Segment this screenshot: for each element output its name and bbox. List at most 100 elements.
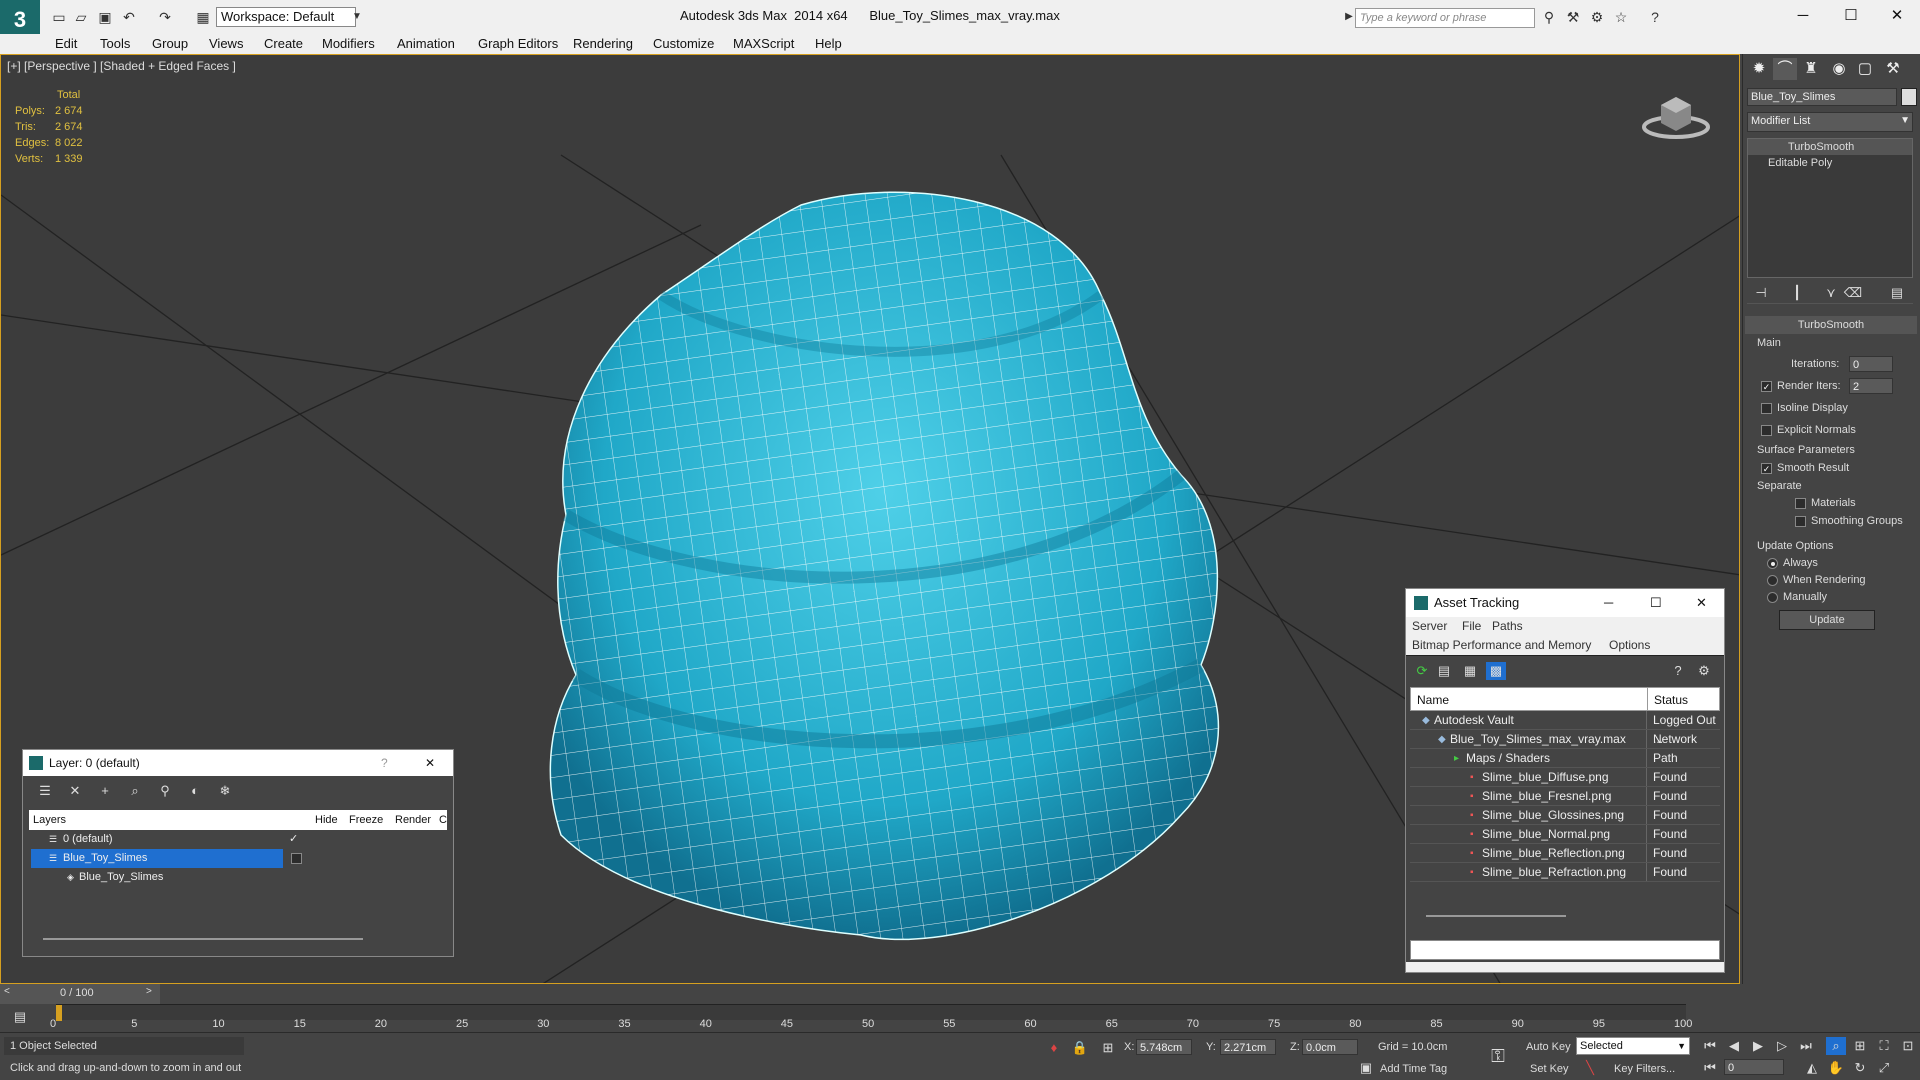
iterations-spinner[interactable]: 0 [1849, 356, 1893, 372]
active-layer-checkbox[interactable] [291, 853, 302, 864]
render-iters-checkbox[interactable]: ✓ [1761, 381, 1772, 392]
play-icon[interactable]: ▶ [1748, 1037, 1768, 1055]
zoom-extents-icon[interactable]: ⛶ [1874, 1037, 1894, 1055]
key-filters-button[interactable]: Key Filters... [1614, 1063, 1675, 1075]
orbit-icon[interactable]: ↻ [1850, 1059, 1870, 1077]
new-file-icon[interactable]: ▭ [50, 8, 68, 26]
horizontal-scrollbar[interactable] [43, 938, 363, 940]
asset-row[interactable]: ▪ Slime_blue_Refraction.png Found [1410, 863, 1720, 882]
layer-row[interactable]: ☰ 0 (default) ✓ [29, 830, 447, 849]
menu-help[interactable]: Help [815, 34, 842, 54]
add-time-tag-button[interactable]: Add Time Tag [1380, 1063, 1447, 1075]
maximize-button[interactable]: ☐ [1650, 589, 1662, 617]
time-slider[interactable]: < 0 / 100 > [0, 984, 160, 1004]
asset-row[interactable]: ▪ Slime_blue_Fresnel.png Found [1410, 787, 1720, 806]
utilities-tab-icon[interactable]: ⚒ [1881, 58, 1905, 80]
menu-views[interactable]: Views [209, 34, 243, 54]
prev-frame-icon[interactable]: ◀ [1724, 1037, 1744, 1055]
smooth-result-checkbox[interactable]: ✓ [1761, 463, 1772, 474]
stack-item-editable-poly[interactable]: Editable Poly [1748, 155, 1912, 171]
materials-checkbox[interactable] [1795, 498, 1806, 509]
help-icon[interactable]: ? [1646, 8, 1664, 26]
lock-selection-icon[interactable]: 🔒 [1070, 1039, 1090, 1057]
highlight-layer-icon[interactable]: ⚲ [155, 782, 175, 800]
col-layers-header[interactable]: Layers [33, 810, 66, 830]
menu-options[interactable]: Options [1609, 635, 1650, 655]
workspace-select[interactable]: Workspace: Default [216, 7, 356, 27]
manually-radio[interactable] [1767, 592, 1778, 603]
isoline-display-checkbox[interactable] [1761, 403, 1772, 414]
menu-tools[interactable]: Tools [100, 34, 130, 54]
close-button[interactable]: ✕ [1696, 589, 1707, 617]
menu-maxscript[interactable]: MAXScript [733, 34, 794, 54]
modifier-list-dropdown[interactable]: Modifier List ▼ [1747, 112, 1913, 132]
isolate-icon[interactable]: ♦ [1044, 1039, 1064, 1057]
menu-customize[interactable]: Customize [653, 34, 714, 54]
configure-sets-icon[interactable]: ▤ [1887, 284, 1907, 302]
make-unique-icon[interactable]: ⋎ [1821, 284, 1841, 302]
redo-icon[interactable]: ↷ [156, 8, 174, 26]
menu-animation[interactable]: Animation [397, 34, 455, 54]
subscription-icon[interactable]: ⚒ [1564, 8, 1582, 26]
update-button[interactable]: Update [1779, 610, 1875, 630]
menu-bitmap-performance[interactable]: Bitmap Performance and Memory [1412, 635, 1591, 655]
col-name-header[interactable]: Name [1417, 688, 1449, 712]
help-icon[interactable]: ? [381, 750, 388, 776]
pin-stack-icon[interactable]: ⊣ [1751, 284, 1771, 302]
col-c-header[interactable]: C [439, 810, 447, 830]
delete-layer-icon[interactable]: ✕ [65, 782, 85, 800]
auto-key-button[interactable]: Auto Key [1526, 1041, 1571, 1053]
set-key-button[interactable]: Set Key [1530, 1063, 1569, 1075]
asset-tracking-titlebar[interactable]: Asset Tracking ─ ☐ ✕ [1406, 589, 1724, 617]
project-folder-icon[interactable]: ▦ [194, 8, 212, 26]
next-frame-icon[interactable]: ▷ [1772, 1037, 1792, 1055]
save-file-icon[interactable]: ▣ [96, 8, 114, 26]
menu-modifiers[interactable]: Modifiers [322, 34, 375, 54]
table-view-icon[interactable]: ▩ [1486, 662, 1506, 680]
always-radio[interactable] [1767, 558, 1778, 569]
layer-row[interactable]: ☰ Blue_Toy_Slimes [29, 849, 447, 868]
menu-rendering[interactable]: Rendering [573, 34, 633, 54]
create-layer-icon[interactable]: ☰ [35, 782, 55, 800]
asset-row[interactable]: ◆ Blue_Toy_Slimes_max_vray.max Network Pat… [1410, 730, 1720, 765]
refresh-icon[interactable]: ⟳ [1412, 662, 1432, 680]
time-tag-icon[interactable]: ▣ [1356, 1059, 1376, 1077]
create-tab-icon[interactable]: ✹ [1747, 58, 1771, 80]
menu-create[interactable]: Create [264, 34, 303, 54]
pan-icon[interactable]: ✋ [1826, 1059, 1846, 1077]
time-marker[interactable] [56, 1005, 62, 1021]
asset-path-input[interactable] [1410, 940, 1720, 960]
set-key-icon[interactable]: ⚿ [1488, 1047, 1508, 1065]
y-coordinate-field[interactable]: 2.271cm [1220, 1039, 1276, 1055]
settings-icon[interactable]: ⚙ [1694, 662, 1714, 680]
binoculars-icon[interactable]: ⚲ [1540, 8, 1558, 26]
menu-server[interactable]: Server [1412, 617, 1447, 635]
when-rendering-radio[interactable] [1767, 575, 1778, 586]
add-to-layer-icon[interactable]: + [95, 782, 115, 800]
col-render-header[interactable]: Render [395, 810, 431, 830]
minimize-button[interactable]: ─ [1604, 589, 1613, 617]
z-coordinate-field[interactable]: 0.0cm [1302, 1039, 1358, 1055]
col-freeze-header[interactable]: Freeze [349, 810, 383, 830]
asset-row[interactable]: ▸ Maps / Shaders [1410, 749, 1720, 768]
menu-group[interactable]: Group [152, 34, 188, 54]
key-mode-toggle-icon[interactable]: ⏮ [1700, 1059, 1720, 1077]
col-hide-header[interactable]: Hide [315, 810, 338, 830]
slider-next-icon[interactable]: > [146, 986, 152, 997]
slider-prev-icon[interactable]: < [4, 986, 10, 997]
undo-icon[interactable]: ↶ [120, 8, 138, 26]
select-in-layer-icon[interactable]: ⌕ [125, 782, 145, 800]
horizontal-scrollbar[interactable] [1426, 915, 1566, 917]
hide-all-layers-icon[interactable]: ◐ [185, 782, 205, 800]
menu-paths[interactable]: Paths [1492, 617, 1523, 635]
object-name-field[interactable]: Blue_Toy_Slimes [1747, 88, 1897, 106]
zoom-extents-all-icon[interactable]: ⊡ [1898, 1037, 1918, 1055]
open-file-icon[interactable]: ▱ [72, 8, 90, 26]
grid-view-icon[interactable]: ▦ [1460, 662, 1480, 680]
object-color-swatch[interactable] [1901, 88, 1917, 106]
current-frame-field[interactable]: 0 [1724, 1059, 1784, 1075]
smoothing-groups-checkbox[interactable] [1795, 516, 1806, 527]
viewport-label[interactable]: [+] [Perspective ] [Shaded + Edged Faces… [7, 59, 236, 73]
asset-row[interactable]: ▪ Slime_blue_Reflection.png Found [1410, 844, 1720, 863]
maximize-button[interactable]: ☐ [1836, 4, 1866, 28]
